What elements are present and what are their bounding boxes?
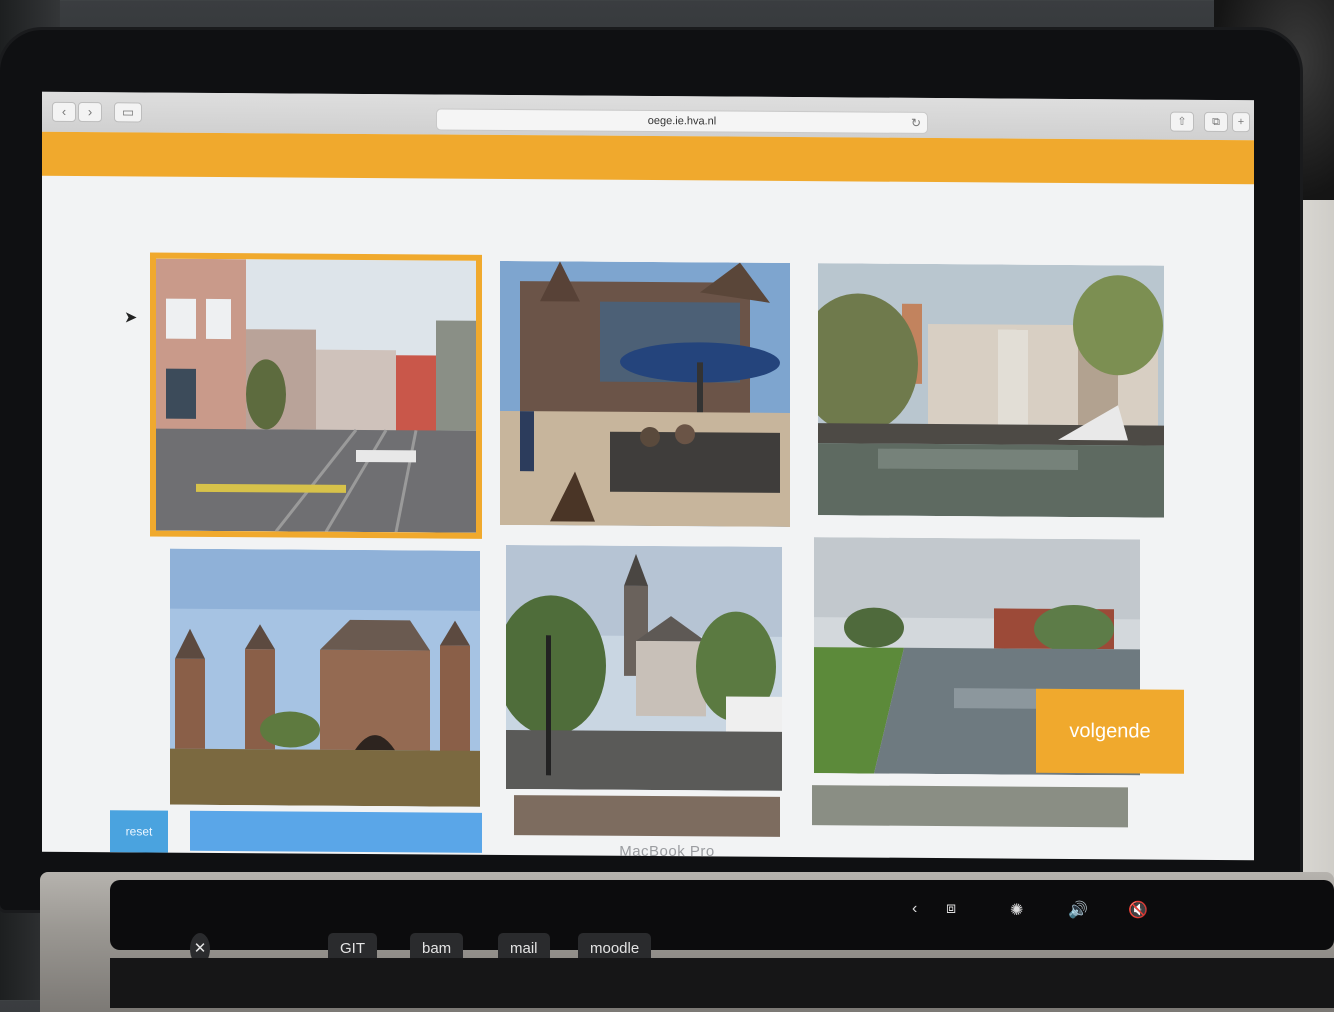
volume-icon[interactable]: 🔊: [1068, 900, 1088, 920]
photo-village-church[interactable]: [506, 545, 782, 791]
photo-terrace[interactable]: [500, 260, 790, 527]
brightness-icon[interactable]: ✺: [1010, 900, 1023, 920]
photo-street-image: [156, 258, 476, 533]
photo-canal-image: [818, 263, 1164, 518]
chevron-left-icon[interactable]: ‹: [52, 101, 76, 123]
share-icon[interactable]: ⇧: [1170, 111, 1194, 132]
photo-canal[interactable]: [818, 263, 1164, 518]
photo-watergate[interactable]: [170, 548, 480, 807]
reload-icon[interactable]: ↻: [911, 113, 921, 133]
mute-icon[interactable]: 🔇: [1128, 900, 1148, 920]
chevron-right-icon[interactable]: ›: [78, 102, 102, 123]
photo-village-church-image: [506, 545, 782, 791]
address-bar[interactable]: oege.ie.hva.nl ↻: [436, 108, 928, 134]
mouse-cursor-icon: ➤: [124, 309, 138, 327]
photo-row3-2[interactable]: [514, 795, 780, 837]
photo-street[interactable]: [150, 252, 482, 539]
keyboard-row: [110, 958, 1334, 1008]
photo-row3-3[interactable]: [812, 785, 1128, 828]
sidebar-icon[interactable]: ▭: [114, 102, 142, 123]
address-text: oege.ie.hva.nl: [647, 114, 717, 128]
next-button[interactable]: volgende: [1036, 688, 1184, 774]
photo-terrace-image: [500, 260, 790, 527]
browser-window: ‹ › ▭ oege.ie.hva.nl ↻ ⇧ ⧉ + ➤ volgende …: [42, 91, 1254, 861]
header-bar: [42, 131, 1254, 185]
touch-bar: [110, 880, 1334, 950]
chevron-left-icon[interactable]: ‹: [912, 900, 917, 918]
photo-watergate-image: [170, 548, 480, 807]
screenshot-icon[interactable]: ⧈: [946, 900, 956, 918]
plus-icon[interactable]: +: [1232, 112, 1250, 133]
tabs-icon[interactable]: ⧉: [1204, 111, 1228, 133]
laptop-brand: MacBook Pro: [619, 843, 715, 860]
